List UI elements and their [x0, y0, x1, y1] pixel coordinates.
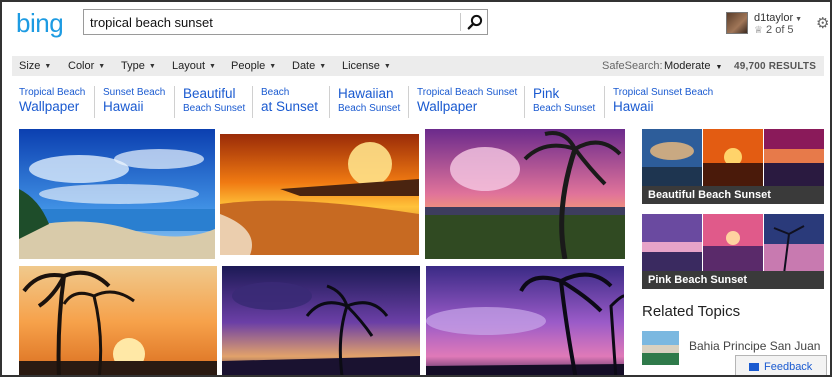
results-count: 49,700 RESULTS [734, 61, 817, 72]
related-search-item[interactable]: Beautiful Beach Sunset [174, 86, 245, 118]
filter-bar: Size ▼ Color ▼ Type ▼ Layout ▼ People ▼ Date ▼… [12, 56, 824, 76]
related-search-item[interactable]: Sunset Beach Hawaii [94, 86, 165, 118]
filter-license[interactable]: License ▼ [342, 60, 391, 72]
feedback-icon [749, 363, 759, 371]
image-result[interactable] [19, 266, 217, 375]
collage-thumb [703, 129, 763, 189]
rewards-icon: ♕ [754, 25, 763, 36]
chevron-down-icon: ▼ [98, 63, 106, 70]
collage-thumb [703, 214, 763, 274]
collage-caption: Pink Beach Sunset [642, 271, 824, 289]
gear-icon[interactable]: ⚙ [816, 16, 830, 31]
filter-date[interactable]: Date ▼ [292, 60, 326, 72]
collage-thumb [642, 214, 702, 274]
username[interactable]: d1taylor ▼ [754, 12, 802, 24]
search-input[interactable] [84, 10, 460, 34]
chevron-down-icon: ▼ [44, 63, 52, 70]
image-result[interactable] [220, 134, 419, 255]
image-result[interactable] [426, 266, 624, 375]
filter-color[interactable]: Color ▼ [68, 60, 105, 72]
related-search-item[interactable]: Beach at Sunset [252, 86, 318, 118]
rewards-status[interactable]: ♕ 2 of 5 [754, 24, 794, 36]
related-searches: Tropical Beach Wallpaper Sunset Beach Hawa… [12, 86, 713, 122]
related-search-item[interactable]: Pink Beach Sunset [524, 86, 595, 118]
bing-logo[interactable]: bing [16, 8, 64, 39]
related-topics-heading: Related Topics [642, 303, 741, 320]
related-collage-card[interactable]: Beautiful Beach Sunset [642, 129, 824, 204]
related-search-item[interactable]: Tropical Beach Sunset Wallpaper [408, 86, 517, 118]
chevron-down-icon: ▼ [148, 63, 156, 70]
filter-layout[interactable]: Layout ▼ [172, 60, 216, 72]
image-result[interactable] [425, 129, 625, 259]
search-button[interactable] [461, 10, 488, 34]
user-menu[interactable]: d1taylor ▼ ♕ 2 of 5 [726, 12, 826, 42]
chevron-down-icon: ▼ [209, 63, 216, 70]
search-icon [467, 14, 482, 30]
image-result[interactable] [222, 266, 420, 375]
topic-thumbnail[interactable] [642, 331, 679, 365]
filter-type[interactable]: Type ▼ [121, 60, 156, 72]
related-search-item[interactable]: Hawaiian Beach Sunset [329, 86, 400, 118]
collage-caption: Beautiful Beach Sunset [642, 186, 824, 204]
chevron-down-icon: ▼ [383, 63, 391, 70]
safesearch-dropdown[interactable]: Moderate ▼ [664, 60, 722, 72]
feedback-button[interactable]: Feedback [735, 355, 827, 375]
safesearch-label: SafeSearch: [602, 60, 663, 72]
search-box [83, 9, 488, 35]
filter-size[interactable]: Size ▼ [19, 60, 51, 72]
chevron-down-icon: ▼ [795, 16, 803, 23]
chevron-down-icon: ▼ [319, 63, 327, 70]
related-topic-link[interactable]: Bahia Principe San Juan [689, 339, 820, 353]
header: bing d1taylor▼ ♕ 2 of 5 ⚙ [2, 2, 830, 52]
avatar[interactable] [726, 12, 748, 34]
image-result[interactable] [19, 129, 215, 259]
filter-people[interactable]: People ▼ [231, 60, 276, 72]
logo-text: bing [16, 8, 64, 38]
chevron-down-icon: ▼ [715, 64, 723, 71]
collage-thumb [764, 214, 824, 274]
related-collage-card[interactable]: Pink Beach Sunset [642, 214, 824, 289]
page-frame: bing d1taylor▼ ♕ 2 of 5 ⚙ Size▼ Color▼ T… [0, 0, 832, 377]
chevron-down-icon: ▼ [269, 63, 277, 70]
collage-thumb [642, 129, 702, 189]
related-search-item[interactable]: Tropical Beach Wallpaper [12, 86, 85, 118]
collage-thumb [764, 129, 824, 189]
related-search-item[interactable]: Tropical Sunset Beach Hawaii [604, 86, 713, 118]
